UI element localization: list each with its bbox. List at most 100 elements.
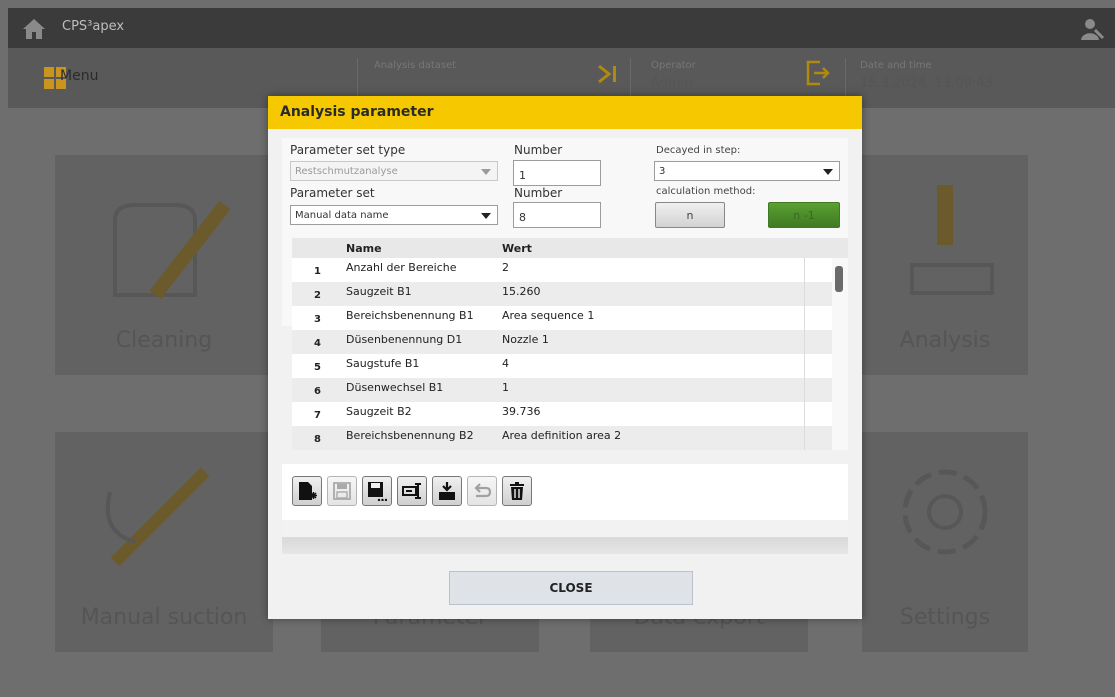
select-value: Restschmutzanalyse — [295, 166, 398, 177]
app-title: CPS³apex — [62, 19, 125, 34]
user-settings-icon[interactable] — [1079, 16, 1105, 42]
calc-n1-label: n -1 — [793, 209, 815, 222]
row-value: 15.260 — [502, 285, 541, 298]
chevron-down-icon — [481, 213, 491, 219]
table-row[interactable]: 6 Düsenwechsel B1 1 — [292, 378, 832, 402]
parameter-table: Name Wert 1 Anzahl der Bereiche 2 2 Saug… — [292, 238, 848, 450]
title-bar: CPS³apex — [8, 8, 1115, 48]
tile-label: Analysis — [899, 328, 991, 353]
parameter-set-select[interactable]: Manual data name — [290, 205, 498, 225]
row-value: Area sequence 1 — [502, 309, 595, 322]
row-number: 7 — [314, 410, 321, 421]
divider — [804, 402, 805, 426]
table-row[interactable]: 2 Saugzeit B1 15.260 — [292, 282, 832, 306]
row-value: 2 — [502, 261, 509, 274]
rename-button[interactable] — [397, 476, 427, 506]
save-button[interactable] — [327, 476, 357, 506]
table-row[interactable]: 1 Anzahl der Bereiche 2 — [292, 258, 832, 282]
row-name: Bereichsbenennung B2 — [346, 429, 474, 442]
save-as-icon — [368, 482, 387, 501]
table-row[interactable]: 7 Saugzeit B2 39.736 — [292, 402, 832, 426]
save-as-button[interactable] — [362, 476, 392, 506]
divider — [804, 330, 805, 354]
parameter-set-label: Parameter set — [290, 186, 375, 200]
operator-label: Operator — [651, 60, 696, 71]
analysis-parameter-dialog: Analysis parameter Parameter set type Re… — [268, 96, 862, 619]
calc-n-button[interactable]: n — [655, 202, 725, 228]
tile-analysis[interactable]: Analysis — [862, 155, 1028, 375]
undo-button[interactable] — [467, 476, 497, 506]
select-value: Manual data name — [295, 210, 389, 221]
table-row[interactable]: 4 Düsenbenennung D1 Nozzle 1 — [292, 330, 832, 354]
row-number: 8 — [314, 434, 321, 445]
analysis-dataset-label: Analysis dataset — [374, 60, 457, 71]
tile-manual-suction[interactable]: Manual suction — [55, 432, 273, 652]
gear-icon — [902, 469, 988, 555]
divider — [804, 354, 805, 378]
row-name: Saugstufe B1 — [346, 357, 420, 370]
table-row[interactable]: 8 Bereichsbenennung B2 Area definition a… — [292, 426, 832, 450]
calculation-method-label: calculation method: — [656, 186, 756, 197]
divider — [804, 426, 805, 450]
table-header: Name Wert — [292, 238, 848, 258]
table-row[interactable]: 3 Bereichsbenennung B1 Area sequence 1 — [292, 306, 832, 330]
table-toolbar — [282, 464, 848, 520]
tile-settings[interactable]: Settings — [862, 432, 1028, 652]
row-name: Düsenbenennung D1 — [346, 333, 463, 346]
number-value: 8 — [519, 211, 526, 224]
calc-n-label: n — [686, 209, 694, 222]
tile-label: Cleaning — [115, 328, 213, 353]
new-button[interactable] — [292, 476, 322, 506]
import-icon — [439, 482, 455, 500]
decayed-in-step-select[interactable]: 3 — [654, 161, 840, 181]
number-label: Number — [514, 186, 563, 200]
row-value: 1 — [502, 381, 509, 394]
row-name: Düsenwechsel B1 — [346, 381, 444, 394]
row-value: 4 — [502, 357, 509, 370]
menu-label[interactable]: Menu — [60, 68, 98, 84]
skip-to-end-icon[interactable] — [596, 64, 622, 84]
tile-label: Manual suction — [80, 605, 248, 630]
operator-value: Admin — [651, 76, 693, 91]
column-header-name: Name — [346, 242, 382, 255]
parameter-set-type-label: Parameter set type — [290, 143, 406, 157]
datetime-label: Date and time — [860, 60, 932, 71]
close-button[interactable]: CLOSE — [449, 571, 693, 605]
scrollbar-thumb[interactable] — [835, 266, 843, 292]
close-label: CLOSE — [549, 581, 593, 595]
divider — [804, 282, 805, 306]
divider — [804, 258, 805, 282]
calc-n-minus-1-button[interactable]: n -1 — [768, 202, 840, 228]
row-name: Saugzeit B1 — [346, 285, 412, 298]
tile-cleaning[interactable]: Cleaning — [55, 155, 273, 375]
row-value: 39.736 — [502, 405, 541, 418]
row-value: Area definition area 2 — [502, 429, 622, 442]
divider — [804, 378, 805, 402]
number-field-2[interactable]: 8 — [513, 202, 601, 228]
row-number: 6 — [314, 386, 321, 397]
parameter-set-type-select: Restschmutzanalyse — [290, 161, 498, 181]
dialog-title: Analysis parameter — [268, 96, 862, 129]
table-row[interactable]: 5 Saugstufe B1 4 — [292, 354, 832, 378]
row-name: Anzahl der Bereiche — [346, 261, 457, 274]
table-scrollbar[interactable] — [832, 258, 848, 450]
status-bar — [282, 520, 848, 554]
analysis-icon — [910, 185, 994, 295]
number-label: Number — [514, 143, 563, 157]
row-number: 1 — [314, 266, 321, 277]
number-field-1[interactable]: 1 — [513, 160, 601, 186]
select-value: 3 — [659, 166, 666, 177]
chevron-down-icon — [481, 169, 491, 175]
decayed-in-step-label: Decayed in step: — [656, 145, 741, 156]
delete-button[interactable] — [502, 476, 532, 506]
row-number: 4 — [314, 338, 321, 349]
home-icon[interactable] — [22, 18, 46, 40]
trash-icon — [510, 482, 524, 500]
chevron-down-icon — [823, 169, 833, 175]
datetime-value: 15.3.2024, 13:09:43 — [860, 76, 993, 91]
tile-label: Settings — [899, 605, 991, 630]
row-name: Bereichsbenennung B1 — [346, 309, 474, 322]
number-value: 1 — [519, 169, 526, 182]
import-button[interactable] — [432, 476, 462, 506]
logout-icon[interactable] — [806, 60, 830, 86]
